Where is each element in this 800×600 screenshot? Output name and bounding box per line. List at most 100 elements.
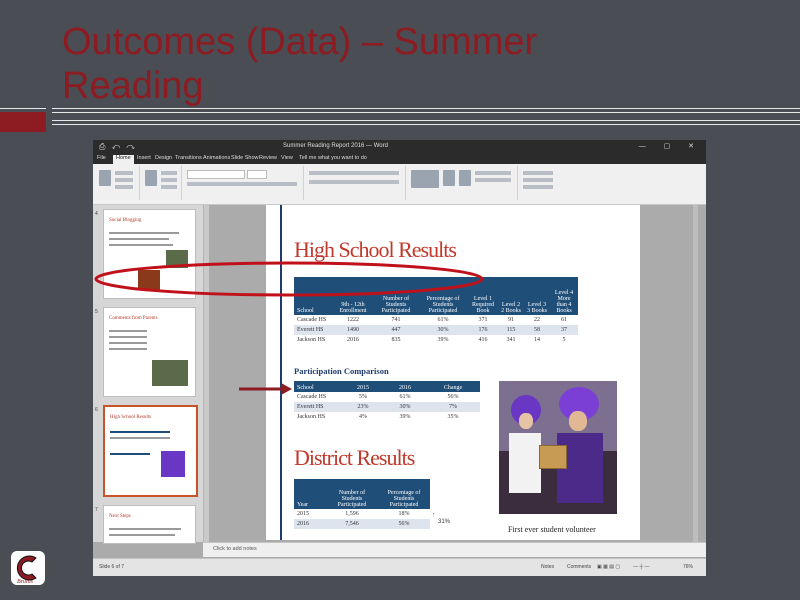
table-cell: 23%	[342, 402, 384, 412]
editor-scrollbar[interactable]	[693, 205, 698, 542]
table-cell: 1222	[347, 317, 359, 323]
paragraph-group	[305, 166, 406, 200]
thumb-line	[110, 431, 170, 433]
table-cell: 115	[498, 325, 524, 335]
table-cell: 447	[374, 325, 418, 335]
photo-face	[569, 411, 587, 431]
new-slide-icon[interactable]	[145, 170, 157, 186]
table-cell: 5%	[359, 394, 367, 400]
notes-pane[interactable]: Click to add notes	[203, 542, 706, 557]
table-cell: 37	[550, 325, 578, 335]
slide-thumbnail[interactable]: Next Steps	[103, 505, 196, 544]
column-header: School	[294, 381, 342, 392]
ribbon-line	[523, 178, 553, 182]
tell-me-search[interactable]: Tell me what you want to do	[299, 155, 367, 161]
quick-access-toolbar[interactable]: ⎙ ↶ ↷	[99, 142, 137, 152]
notes-placeholder: Click to add notes	[213, 546, 257, 552]
thumb-title: Next Steps	[109, 514, 131, 519]
ribbon-line	[523, 185, 553, 189]
green-arrow-icon: ↑	[432, 512, 436, 519]
table-row: Jackson HS 2016 835 39% 416 341 14 5	[294, 335, 578, 345]
table-cell: 39%	[399, 414, 411, 420]
view-buttons[interactable]: ▣ ▦ ▤ ▢	[597, 564, 620, 570]
thumb-line	[109, 232, 179, 234]
window-controls[interactable]: — ▢ ✕	[639, 142, 702, 150]
school-logo-icon: Bruins	[11, 551, 45, 585]
table-cell: 741	[391, 317, 401, 323]
tab-transitions[interactable]: Transitions	[175, 155, 202, 161]
zoom-slider[interactable]: — ┼ —	[633, 564, 649, 570]
thumb-number: 5	[95, 309, 98, 315]
ribbon-line	[523, 171, 553, 175]
arrange-icon[interactable]	[443, 170, 455, 186]
ribbon-line	[115, 185, 133, 189]
ribbon	[93, 164, 706, 205]
tab-home[interactable]: Home	[113, 155, 134, 164]
clipboard-group	[95, 166, 140, 200]
thumb-number: 7	[95, 507, 98, 513]
table-cell: 2015	[297, 511, 309, 517]
svg-text:Bruins: Bruins	[17, 579, 34, 585]
table-cell: 5	[562, 337, 566, 343]
slide-thumbnail[interactable]: Comments from Parents	[103, 307, 196, 397]
column-header: Year	[294, 479, 326, 509]
photo-box	[539, 445, 567, 469]
thumb-line	[109, 238, 169, 240]
table-cell: 56%	[447, 394, 459, 400]
table-cell: 22	[534, 317, 540, 323]
ribbon-tabs: File Home Insert Design Transitions Anim…	[93, 154, 706, 164]
photo-figure	[509, 433, 541, 493]
column-header: 2015	[342, 381, 384, 392]
tab-design[interactable]: Design	[155, 155, 172, 161]
ribbon-line	[161, 185, 177, 189]
table-cell: 91	[508, 317, 514, 323]
app-window: ⎙ ↶ ↷ Summer Reading Report 2016 — Word …	[93, 140, 706, 576]
drawing-group	[407, 166, 518, 200]
quick-styles-icon[interactable]	[459, 170, 471, 186]
table-cell: Jackson HS	[297, 414, 326, 420]
table-cell: 61%	[437, 317, 449, 323]
window-title: Summer Reading Report 2016 — Word	[283, 143, 388, 149]
font-group	[183, 166, 304, 200]
tab-view[interactable]: View	[281, 155, 293, 161]
paste-icon[interactable]	[99, 170, 111, 186]
ribbon-line	[161, 178, 177, 182]
table-cell: Everett HS	[294, 325, 332, 335]
font-name-box[interactable]	[187, 170, 245, 179]
thumb-line	[109, 534, 175, 536]
tab-review[interactable]: Review	[259, 155, 277, 161]
thumb-title: Social Blogging	[109, 218, 142, 223]
table-row: 2015 1,596 18%	[294, 509, 430, 519]
table-cell: 341	[506, 337, 516, 343]
tab-file[interactable]: File	[97, 155, 106, 161]
font-size-box[interactable]	[247, 170, 267, 179]
shapes-icon[interactable]	[411, 170, 439, 188]
title-rule-lower	[52, 120, 800, 125]
column-header: Level 3 3 Books	[524, 277, 550, 315]
side-note: 31%	[438, 519, 451, 525]
thumb-line	[109, 342, 147, 344]
thumbnails-scrollbar[interactable]	[204, 205, 209, 542]
zoom-level: 76%	[683, 564, 694, 570]
thumb-line	[109, 336, 147, 338]
status-bar: Slide 6 of 7 Notes Comments ▣ ▦ ▤ ▢ — ┼ …	[93, 558, 706, 576]
tab-slide-show[interactable]: Slide Show	[231, 155, 259, 161]
participation-heading: Participation Comparison	[294, 366, 389, 376]
notes-button[interactable]: Notes	[541, 564, 554, 570]
thumb-line	[109, 330, 147, 332]
table-cell: 835	[391, 337, 401, 343]
table-row: Everett HS 1490 447 30% 176 115 58 37	[294, 325, 578, 335]
thumb-image	[161, 451, 185, 477]
ribbon-line	[475, 171, 511, 175]
slide-thumbnail-selected[interactable]: High School Results	[103, 405, 198, 497]
table-cell: 18%	[398, 511, 410, 517]
student-volunteer-photo	[499, 381, 617, 514]
comments-button[interactable]: Comments	[567, 564, 591, 570]
tab-insert[interactable]: Insert	[137, 155, 151, 161]
thumb-line	[109, 244, 173, 246]
slide-counter: Slide 6 of 7	[99, 564, 125, 570]
title-bar: ⎙ ↶ ↷ Summer Reading Report 2016 — Word …	[93, 140, 706, 154]
table-cell: Everett HS	[294, 402, 342, 412]
table-cell: 2016	[294, 519, 326, 529]
tab-animations[interactable]: Animations	[203, 155, 230, 161]
